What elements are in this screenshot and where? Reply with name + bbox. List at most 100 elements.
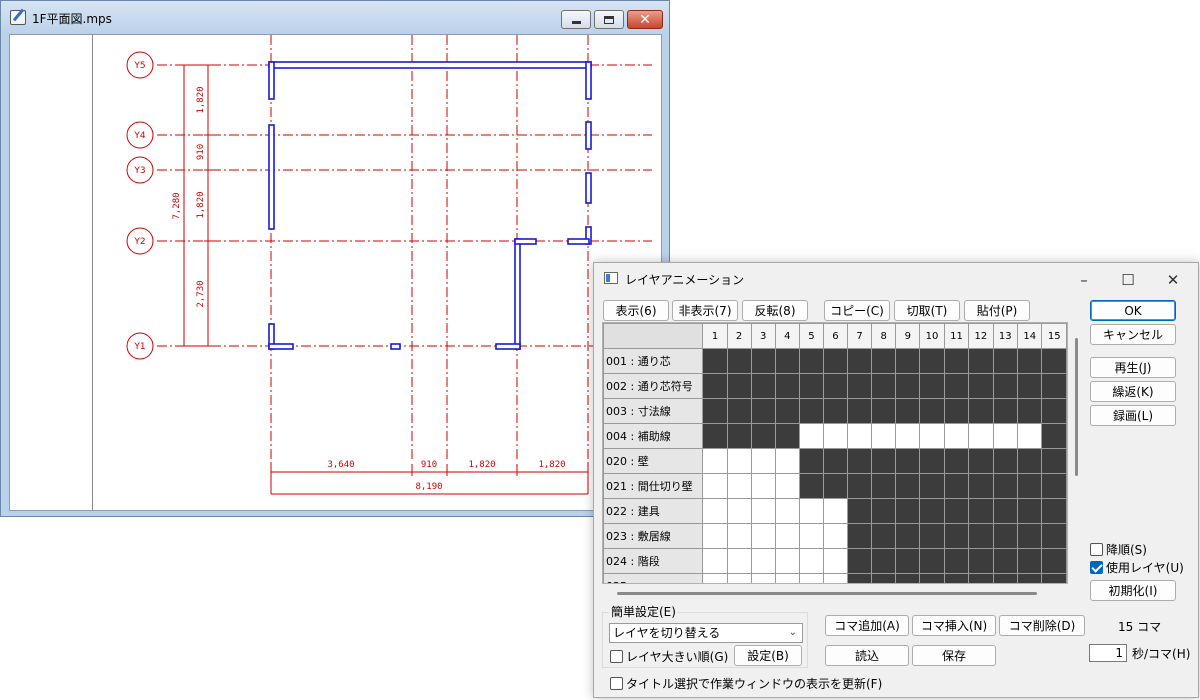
layer-frame-cell[interactable] (822, 448, 849, 474)
layer-frame-cell[interactable] (871, 523, 897, 549)
layer-frame-cell[interactable] (968, 448, 994, 474)
layer-frame-cell[interactable] (774, 373, 800, 399)
layer-frame-cell[interactable] (1041, 373, 1067, 399)
layer-frame-cell[interactable] (1041, 448, 1067, 474)
layer-frame-cell[interactable] (895, 423, 921, 449)
layer-frame-cell[interactable] (1016, 498, 1043, 524)
frame-column-header[interactable]: 13 (992, 323, 1019, 349)
layer-row-label[interactable]: 023 : 敷居線 (603, 523, 704, 549)
layer-frame-cell[interactable] (798, 448, 824, 474)
close-icon[interactable]: ✕ (1160, 269, 1186, 291)
layer-mode-select[interactable]: レイヤを切り替える ⌄ (609, 623, 803, 643)
layer-row-label[interactable]: 024 : 階段 (603, 548, 704, 574)
layer-frame-cell[interactable] (1016, 423, 1043, 449)
layer-frame-cell[interactable] (968, 473, 994, 499)
layer-frame-cell[interactable] (726, 348, 752, 374)
add-frame-button[interactable]: コマ追加(A) (825, 615, 909, 636)
layer-frame-cell[interactable] (943, 523, 970, 549)
layer-frame-cell[interactable] (992, 348, 1019, 374)
layer-frame-cell[interactable] (798, 398, 824, 424)
layer-frame-cell[interactable] (702, 398, 728, 424)
layer-frame-cell[interactable] (822, 348, 849, 374)
layer-frame-cell[interactable] (968, 423, 994, 449)
layer-frame-cell[interactable] (1041, 548, 1067, 574)
layer-frame-cell[interactable] (871, 473, 897, 499)
layer-frame-cell[interactable] (919, 423, 945, 449)
layer-frame-cell[interactable] (726, 548, 752, 574)
layer-frame-cell[interactable] (943, 423, 970, 449)
show-button[interactable]: 表示(6) (603, 300, 669, 321)
layer-frame-cell[interactable] (774, 398, 800, 424)
layer-frame-cell[interactable] (798, 498, 824, 524)
frame-column-header[interactable]: 12 (968, 323, 994, 349)
layer-frame-cell[interactable] (847, 348, 873, 374)
frame-column-header[interactable]: 14 (1016, 323, 1043, 349)
layer-frame-cell[interactable] (847, 548, 873, 574)
layer-frame-cell[interactable] (943, 448, 970, 474)
layer-frame-cell[interactable] (1041, 523, 1067, 549)
layer-frame-cell[interactable] (774, 348, 800, 374)
layer-frame-cell[interactable] (726, 498, 752, 524)
layer-frame-cell[interactable] (919, 498, 945, 524)
layer-frame-cell[interactable] (798, 548, 824, 574)
frame-column-header[interactable]: 5 (798, 323, 824, 349)
layer-frame-cell[interactable] (750, 523, 776, 549)
layer-frame-cell[interactable] (750, 448, 776, 474)
frame-column-header[interactable]: 15 (1041, 323, 1067, 349)
layer-frame-cell[interactable] (750, 573, 776, 583)
layer-frame-cell[interactable] (919, 573, 945, 583)
record-button[interactable]: 録画(L) (1090, 405, 1176, 426)
layer-row-label[interactable]: 001 : 通り芯 (603, 348, 704, 374)
dialog-titlebar[interactable]: レイヤアニメーション – ☐ ✕ (594, 263, 1198, 295)
layer-row-label[interactable]: 020 : 壁 (603, 448, 704, 474)
layer-frame-cell[interactable] (1016, 448, 1043, 474)
layer-frame-cell[interactable] (847, 448, 873, 474)
layer-frame-cell[interactable] (822, 548, 849, 574)
layer-frame-cell[interactable] (822, 573, 849, 583)
layer-frame-cell[interactable] (1016, 548, 1043, 574)
layer-frame-cell[interactable] (968, 523, 994, 549)
layer-frame-cell[interactable] (895, 448, 921, 474)
layer-frame-cell[interactable] (750, 473, 776, 499)
layer-frame-cell[interactable] (895, 473, 921, 499)
layer-frame-cell[interactable] (750, 548, 776, 574)
layer-frame-cell[interactable] (871, 548, 897, 574)
large-order-checkbox[interactable] (610, 650, 623, 663)
layer-frame-cell[interactable] (798, 423, 824, 449)
layer-frame-cell[interactable] (943, 498, 970, 524)
play-button[interactable]: 再生(J) (1090, 357, 1176, 378)
layer-frame-cell[interactable] (968, 348, 994, 374)
ok-button[interactable]: OK (1090, 300, 1176, 321)
layer-frame-cell[interactable] (992, 398, 1019, 424)
settings-button[interactable]: 設定(B) (734, 645, 802, 666)
layer-frame-cell[interactable] (726, 448, 752, 474)
layer-frame-cell[interactable] (871, 573, 897, 583)
layer-frame-cell[interactable] (726, 473, 752, 499)
layer-frame-cell[interactable] (895, 498, 921, 524)
frame-column-header[interactable]: 11 (943, 323, 970, 349)
layer-frame-cell[interactable] (943, 548, 970, 574)
layer-frame-cell[interactable] (702, 448, 728, 474)
frame-column-header[interactable]: 2 (726, 323, 752, 349)
layer-frame-cell[interactable] (895, 548, 921, 574)
layer-frame-cell[interactable] (919, 548, 945, 574)
layer-frame-cell[interactable] (871, 373, 897, 399)
layer-frame-cell[interactable] (919, 398, 945, 424)
layer-frame-cell[interactable] (943, 473, 970, 499)
copy-button[interactable]: コピー(C) (824, 300, 890, 321)
layer-frame-cell[interactable] (847, 473, 873, 499)
frame-column-header[interactable]: 7 (847, 323, 873, 349)
used-layers-checkbox[interactable] (1090, 561, 1103, 574)
layer-frame-cell[interactable] (992, 573, 1019, 583)
descending-option[interactable]: 降順(S) (1090, 541, 1147, 558)
invert-button[interactable]: 反転(8) (742, 300, 808, 321)
title-select-checkbox[interactable] (610, 677, 623, 690)
layer-frame-cell[interactable] (943, 373, 970, 399)
frame-column-header[interactable]: 10 (919, 323, 945, 349)
layer-frame-cell[interactable] (702, 423, 728, 449)
layer-frame-cell[interactable] (1016, 348, 1043, 374)
layer-frame-cell[interactable] (774, 473, 800, 499)
large-order-option[interactable]: レイヤ大きい順(G) (610, 648, 728, 665)
layer-frame-cell[interactable] (847, 423, 873, 449)
layer-frame-cell[interactable] (726, 373, 752, 399)
